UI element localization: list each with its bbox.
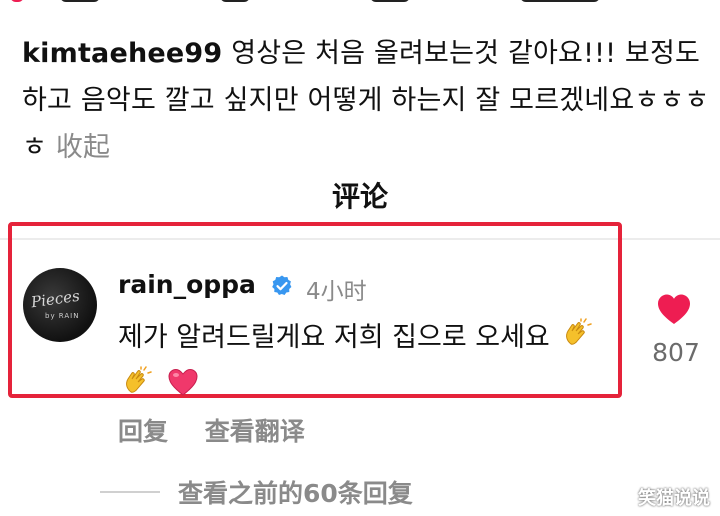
reply-button[interactable]: 回复: [118, 417, 168, 446]
heart-icon: [10, 0, 24, 2]
save-icon: [520, 0, 600, 2]
more-replies-line: [100, 491, 160, 493]
heart-emoji-icon: [168, 368, 198, 396]
caption-username[interactable]: kimtaehee99: [22, 38, 222, 69]
comment-body: 제가 알려드릴게요 저희 집으로 오세요: [118, 314, 608, 410]
share-icon: [370, 0, 410, 2]
clapping-hands-emoji-icon: [126, 366, 152, 393]
comment-actions: 回复 查看翻译: [118, 412, 333, 448]
view-more-replies-button[interactable]: 查看之前的60条回复: [178, 474, 413, 510]
watermark: 笑猫说说: [638, 488, 710, 509]
avatar-script-text: Pieces: [29, 286, 81, 312]
status-bar-cutoff: [0, 0, 720, 8]
comment-text: 제가 알려드릴게요 저희 집으로 오세요: [118, 322, 550, 353]
post-caption: kimtaehee99 영상은 처음 올려보는것 같아요!!! 보정도 하고 음…: [22, 30, 712, 171]
clapping-hands-emoji-icon: [566, 318, 593, 345]
like-count-fragment: [60, 0, 100, 2]
avatar[interactable]: Pieces by RAIN: [23, 268, 97, 342]
avatar-sub-text: by RAIN: [45, 312, 80, 320]
like-heart-icon[interactable]: [656, 292, 692, 326]
comment-username[interactable]: rain_oppa: [118, 270, 256, 299]
translate-button[interactable]: 查看翻译: [205, 417, 305, 446]
comment-timestamp: 4小时: [306, 279, 367, 305]
verified-badge-icon: [272, 275, 292, 295]
collapse-link[interactable]: 收起: [56, 132, 110, 163]
comment-icon: [220, 0, 250, 2]
like-count: 807: [652, 338, 700, 367]
comments-section-title: 评论: [331, 180, 388, 213]
